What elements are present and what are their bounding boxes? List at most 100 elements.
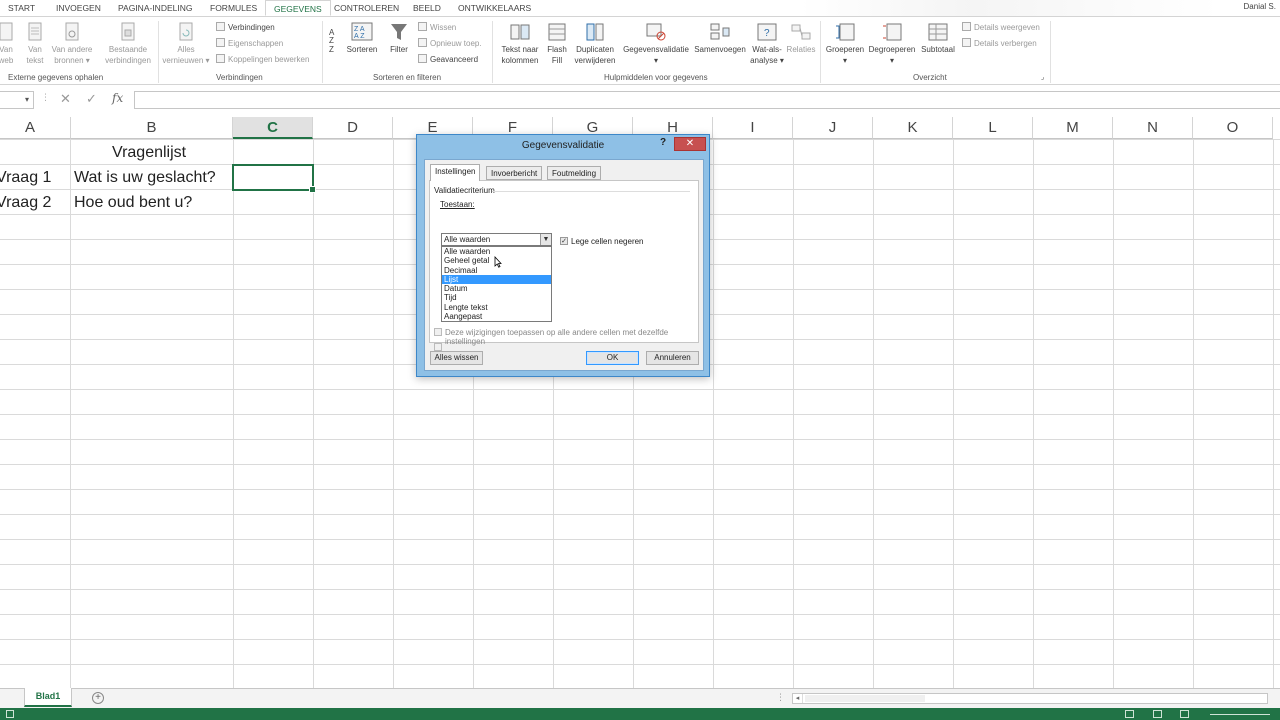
edit-links-button[interactable]: Koppelingen bewerken [216,53,309,67]
horizontal-scrollbar[interactable]: ◂ [792,693,1268,704]
tab-gegevens[interactable]: GEGEVENS [265,0,331,16]
group-button[interactable]: Groeperen ▾ [824,22,866,66]
tab-splitter[interactable]: ⋮ [776,692,785,703]
tab-instellingen[interactable]: Instellingen [430,164,481,181]
filter-button[interactable]: Filter [386,22,412,55]
what-if-analysis-button[interactable]: ? Wat-als-analyse ▾ [748,22,786,66]
close-icon[interactable]: ✕ [674,137,706,151]
page-layout-view-icon[interactable] [1153,710,1162,718]
cell-b2[interactable]: Wat is uw geslacht? [74,165,216,190]
connections-button[interactable]: Verbindingen [216,21,275,35]
option-lengte-tekst[interactable]: Lengte tekst [442,303,551,312]
hide-detail-button[interactable]: Details verbergen [962,37,1037,51]
page-break-view-icon[interactable] [1180,710,1189,718]
help-icon[interactable]: ? [660,137,666,148]
macro-record-icon[interactable] [6,710,14,718]
column-header-a[interactable]: A [0,117,71,139]
show-detail-button[interactable]: Details weergeven [962,21,1040,35]
column-header-n[interactable]: N [1113,117,1193,139]
flash-fill-icon [548,23,566,41]
data-validation-button[interactable]: Gegevensvalidatie ▾ [620,22,692,66]
properties-icon [216,38,225,47]
cancel-button[interactable]: Annuleren [646,351,699,365]
ribbon-tabs: START INVOEGEN PAGINA-INDELING FORMULES … [0,0,1280,16]
column-header-d[interactable]: D [313,117,393,139]
column-header-k[interactable]: K [873,117,953,139]
user-name[interactable]: Danial S. [1244,2,1276,11]
group-label-external: Externe gegevens ophalen [8,73,104,82]
tab-ontwikkelaars[interactable]: ONTWIKKELAARS [458,3,531,13]
group-label-sort: Sorteren en filteren [373,73,442,82]
dialog-launcher-icon[interactable]: ⌟ [1041,73,1044,81]
cell-b3[interactable]: Hoe oud bent u? [74,190,192,215]
subtotal-button[interactable]: Subtotaal [918,22,958,55]
flash-fill-button[interactable]: Flash Fill [544,22,570,66]
option-aangepast[interactable]: Aangepast [442,312,551,321]
from-other-sources-button[interactable]: Van andere bronnen ▾ [48,22,96,66]
insert-function-icon[interactable]: fx [112,91,123,105]
tab-formules[interactable]: FORMULES [210,3,257,13]
chevron-down-icon[interactable]: ▼ [540,234,551,245]
apply-all-label: Deze wijzigingen toepassen op alle ander… [445,328,669,346]
formula-bar-grip: ⋮ [41,92,50,102]
cell-b1-title[interactable]: Vragenlijst [112,140,186,165]
ignore-blank-checkbox[interactable]: ✓ [560,237,568,245]
formula-input[interactable] [134,91,1280,109]
consolidate-button[interactable]: Samenvoegen [692,22,748,55]
reapply-button[interactable]: Opnieuw toep. [418,37,482,51]
allow-select[interactable]: Alle waarden ▼ [441,233,552,246]
sort-button[interactable]: Z AA Z Sorteren [344,22,380,55]
tab-invoerbericht[interactable]: Invoerbericht [486,166,543,180]
option-tijd[interactable]: Tijd [442,293,551,302]
add-sheet-icon[interactable]: + [92,692,104,704]
relations-button[interactable]: Relaties [784,22,818,55]
tab-pagina-indeling[interactable]: PAGINA-INDELING [118,3,192,13]
sheet-tab-blad1[interactable]: Blad1 [24,688,72,707]
tab-beeld[interactable]: BEELD [413,3,441,13]
clear-all-button[interactable]: Alles wissen [430,351,483,365]
tab-foutmelding[interactable]: Foutmelding [547,166,602,180]
from-web-button[interactable]: Van web [0,22,16,66]
data-validation-dialog: Gegevensvalidatie ? ✕ Instellingen Invoe… [416,134,710,377]
refresh-all-button[interactable]: Alles vernieuwen ▾ [160,22,212,66]
text-to-columns-button[interactable]: Tekst naar kolommen [497,22,543,66]
ribbon: Van web Van tekst Van andere bronnen ▾ Best… [0,16,1280,85]
option-datum[interactable]: Datum [442,284,551,293]
tab-controleren[interactable]: CONTROLEREN [334,3,399,13]
cell-a2[interactable]: Vraag 1 [0,165,51,190]
column-header-b[interactable]: B [71,117,233,139]
subtotal-icon [928,23,948,41]
column-header-c[interactable]: C [233,117,313,139]
cancel-icon[interactable]: ✕ [60,91,71,107]
tab-invoegen[interactable]: INVOEGEN [56,3,101,13]
cell-a3[interactable]: Vraag 2 [0,190,51,215]
column-header-l[interactable]: L [953,117,1033,139]
scroll-left-icon[interactable]: ◂ [793,694,803,703]
option-lijst[interactable]: Lijst [442,274,551,285]
column-header-o[interactable]: O [1193,117,1273,139]
scroll-thumb[interactable] [805,695,925,702]
ungroup-button[interactable]: Degroeperen ▾ [866,22,918,66]
tab-start[interactable]: START [8,3,35,13]
name-box[interactable]: ▾ [0,91,34,109]
normal-view-icon[interactable] [1125,710,1134,718]
clear-filter-button[interactable]: Wissen [418,21,456,35]
confirm-icon[interactable]: ✓ [86,91,97,107]
active-cell-c2[interactable] [232,164,316,193]
from-text-button[interactable]: Van tekst [22,22,48,66]
svg-text:Z A: Z A [354,26,365,33]
apply-all-checkbox[interactable] [434,328,442,336]
remove-duplicates-button[interactable]: Duplicaten verwijderen [572,22,618,66]
text-to-columns-icon [510,24,530,40]
existing-connections-button[interactable]: Bestaande verbindingen [100,22,156,66]
column-header-i[interactable]: I [713,117,793,139]
column-header-j[interactable]: J [793,117,873,139]
mouse-pointer-icon [494,256,502,268]
advanced-filter-button[interactable]: Geavanceerd [418,53,478,67]
ok-button[interactable]: OK [586,351,639,365]
column-header-m[interactable]: M [1033,117,1113,139]
option-alle-waarden[interactable]: Alle waarden [442,247,551,256]
sort-az-button[interactable]: AZZ [328,25,342,59]
properties-button[interactable]: Eigenschappen [216,37,283,51]
zoom-slider[interactable] [1210,714,1270,715]
